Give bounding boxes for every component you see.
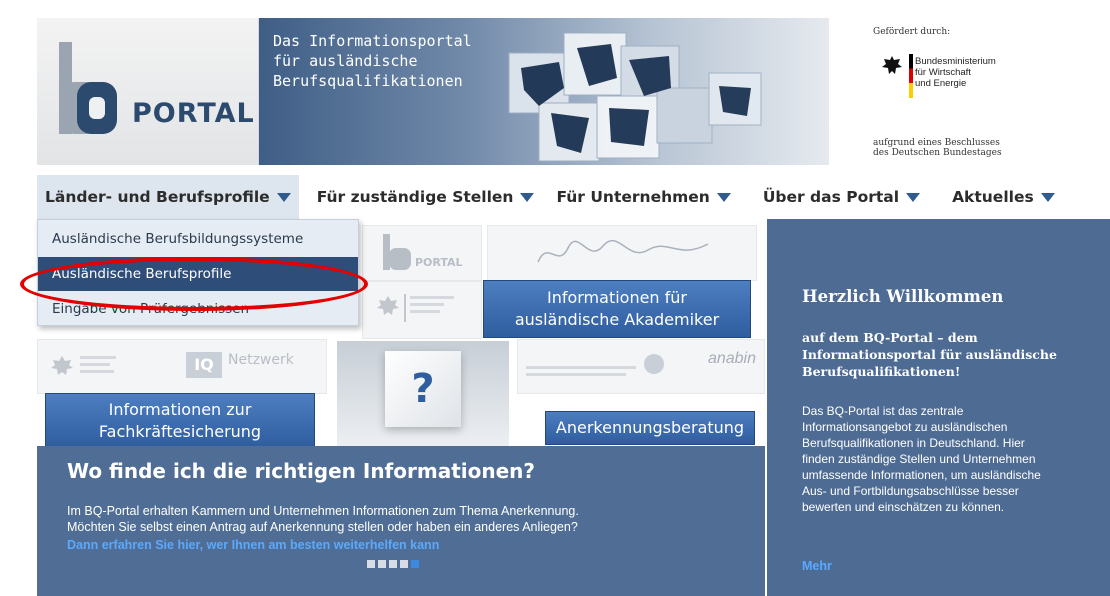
fachkraefte-line: Informationen zur [108,399,252,419]
anerkennungsberatung-label: Anerkennungsberatung [555,418,745,437]
german-flag-bar [909,54,913,98]
caret-down-icon [276,192,291,202]
fachkraefte-info-button[interactable]: Informationen zur Fachkräftesicherung [45,393,315,446]
welcome-body-line: finden zuständige Stellen und Unternehme… [802,452,1036,466]
anabin-label: anabin [707,350,756,367]
welcome-subtitle-line: Berufsqualifikationen! [802,364,961,379]
welcome-title: Herzlich Willkommen [802,287,1004,306]
tile-anabin: anabin [517,339,765,394]
welcome-body-line: Aus- und Fortbildungsabschlüsse besser [802,484,1019,498]
bundestag-note: aufgrund eines Beschlusses des Deutschen… [873,138,1002,158]
welcome-more-link[interactable]: Mehr [802,559,832,573]
tile-bq-logo: PORTAL [362,225,482,281]
ministry-logo-icon [377,294,454,322]
slider-dot[interactable] [367,560,375,568]
federal-eagle-icon [882,56,902,74]
slider-pagination [367,560,419,568]
nav-item-zustaendige-stellen[interactable]: Für zuständige Stellen [309,175,543,219]
slider-dot[interactable] [400,560,408,568]
bamf-logo-icon [51,356,116,375]
slider-title: Wo finde ich die richtigen Informationen… [67,459,535,483]
welcome-panel: Herzlich Willkommen auf dem BQ-Portal – … [767,219,1110,596]
welcome-body-line: umfassende Informationen, um ausländisch… [802,468,1041,482]
sponsor-box: Gefördert durch: Bundesministerium für W… [829,18,1110,165]
main-nav: Länder- und Berufsprofile Für zuständige… [37,175,1110,219]
dropdown-item-pruefergebnisse[interactable]: Eingabe von Prüfergebnissen [38,292,358,326]
bq-logo-icon: PORTAL [383,234,463,270]
nav-label: Länder- und Berufsprofile [45,188,270,206]
slider-text-line: Möchten Sie selbst einen Antrag auf Aner… [67,520,578,534]
slider-text: Im BQ-Portal erhalten Kammern und Untern… [67,503,579,535]
banner-line: Das Informationsportal [273,32,472,50]
tile-ministry [362,281,482,339]
nav-item-laender-berufsprofile[interactable]: Länder- und Berufsprofile [37,175,299,219]
welcome-body: Das BQ-Portal ist das zentrale Informati… [802,403,1041,515]
nav-item-aktuelles[interactable]: Aktuelles [944,175,1063,219]
fachkraefte-line: Fachkräftesicherung [98,421,262,441]
welcome-body-line: Berufsqualifikationen in Deutschland. Hi… [802,436,1025,450]
dropdown-item-berufsbildungssysteme[interactable]: Ausländische Berufsbildungssysteme [38,222,358,256]
slider-link[interactable]: Dann erfahren Sie hier, wer Ihnen am bes… [67,538,439,552]
slider-text-line: Im BQ-Portal erhalten Kammern und Untern… [67,504,579,518]
question-cube-image: ? [337,341,509,446]
iq-netzwerk-logo: IQ Netzwerk [186,346,306,386]
akademiker-line: Informationen für [546,288,688,307]
info-slider-panel: Wo finde ich die richtigen Informationen… [37,446,765,596]
ministry-line: für Wirtschaft [915,67,971,78]
nav-item-unternehmen[interactable]: Für Unternehmen [548,175,738,219]
nav-label: Für Unternehmen [556,188,710,206]
nav-dropdown-laender-berufsprofile: Ausländische Berufsbildungssysteme Auslä… [37,219,359,326]
caret-down-icon [1040,192,1055,202]
kompetenzzentrum-logo-icon [526,354,664,376]
bq-portal-logo[interactable]: PORTAL [37,18,259,165]
slider-dot-active[interactable] [411,560,419,568]
page: PORTAL Das Informationsportal für auslän… [0,0,1110,596]
akademiker-info-button[interactable]: Informationen für ausländische Akademike… [483,280,751,338]
welcome-subtitle: auf dem BQ-Portal – dem Informationsport… [802,329,1057,380]
anerkennungsberatung-button[interactable]: Anerkennungsberatung [545,411,755,445]
nav-label: Für zuständige Stellen [316,188,514,206]
nav-label: Über das Portal [762,188,900,206]
caret-down-icon [906,192,921,202]
akademiker-line: ausländische Akademiker [514,310,720,329]
caret-down-icon [716,192,731,202]
site-header: PORTAL Das Informationsportal für auslän… [37,18,1110,165]
netzwerk-label: Netzwerk [228,352,294,368]
ministry-line: Bundesministerium [915,56,996,67]
slider-dot[interactable] [389,560,397,568]
question-mark-icon: ? [385,351,461,427]
welcome-subtitle-line: auf dem BQ-Portal – dem [802,330,978,345]
dropdown-item-berufsprofile[interactable]: Ausländische Berufsprofile [38,257,358,291]
welcome-body-line: Das BQ-Portal ist das zentrale [802,404,964,418]
ministry-name: Bundesministerium für Wirtschaft und Ene… [915,56,1065,89]
sponsor-label: Gefördert durch: [873,27,951,37]
logo-text: PORTAL [132,98,255,129]
welcome-body-line: bewerten und einschätzen zu können. [802,500,1005,514]
nav-label: Aktuelles [952,188,1034,206]
tile-partner-logos: IQ Netzwerk [37,339,327,394]
iq-badge-icon: IQ [186,352,222,378]
signature-image [537,239,709,263]
bundestag-line: des Deutschen Bundestages [873,148,1002,158]
svg-text:PORTAL: PORTAL [415,256,463,269]
welcome-body-line: Informationsangebot zu ausländischen [802,420,1008,434]
nav-item-ueber-portal[interactable]: Über das Portal [755,175,928,219]
banner-tagline: Das Informationsportal für ausländische … [273,31,472,91]
ministry-line: und Energie [915,78,967,89]
banner-line: Berufsqualifikationen [273,72,463,90]
bundestag-line: aufgrund eines Beschlusses [873,138,1000,148]
bq-logo-icon [59,42,117,134]
welcome-subtitle-line: Informationsportal für ausländische [802,347,1057,362]
tile-signature [487,225,757,281]
slider-dot[interactable] [378,560,386,568]
caret-down-icon [520,192,535,202]
banner-line: für ausländische [273,52,418,70]
header-banner: Das Informationsportal für ausländische … [259,18,829,165]
